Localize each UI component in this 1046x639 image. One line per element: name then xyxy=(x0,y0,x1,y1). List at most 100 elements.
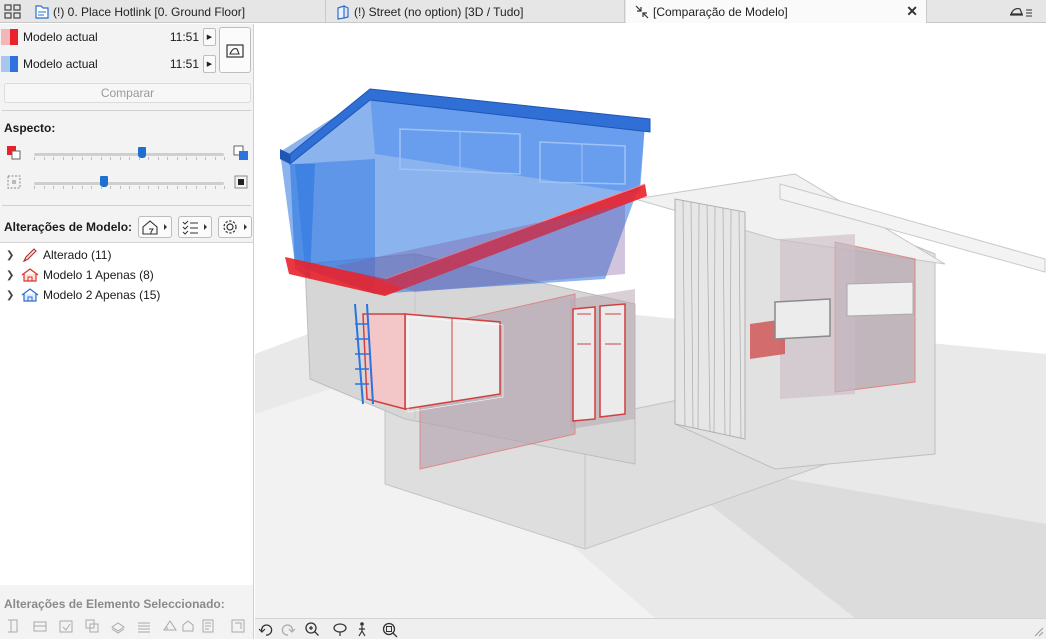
slider-tick xyxy=(91,186,92,189)
chevron-right-icon[interactable]: ❯ xyxy=(6,270,18,281)
zoom-icon[interactable] xyxy=(303,621,321,638)
tree-item-label: Modelo 1 Apenas (8) xyxy=(43,268,154,282)
house-compare-icon xyxy=(226,44,244,58)
slider-tick xyxy=(148,157,149,160)
slider-tick xyxy=(53,157,54,160)
color-min-icon xyxy=(7,146,21,160)
stair-icon[interactable] xyxy=(136,618,152,634)
house-blue-icon xyxy=(21,288,39,302)
close-tab-icon[interactable]: ✕ xyxy=(906,3,918,20)
3d-window-icon xyxy=(337,4,349,20)
tree-item-model-2-only[interactable]: ❯ Modelo 2 Apenas (15) xyxy=(6,285,160,305)
opacity-min-icon xyxy=(7,175,21,189)
slider-tick xyxy=(100,186,102,189)
view-options-icon[interactable] xyxy=(1008,3,1036,20)
filter-elements-button[interactable] xyxy=(138,216,172,238)
fit-in-window-icon[interactable] xyxy=(381,621,399,638)
slider-tick xyxy=(214,157,216,160)
model-1-time: 11:51 xyxy=(169,30,199,44)
chevron-right-icon[interactable]: ❯ xyxy=(6,290,18,301)
swap-models-button[interactable] xyxy=(219,27,251,73)
window-grid-icon[interactable] xyxy=(3,4,23,20)
model-changes-tree: ❯ Alterado (11) ❯ Modelo 1 Apenas (8) ❯ xyxy=(0,242,253,585)
chevron-right-icon[interactable]: ❯ xyxy=(6,250,18,261)
3d-viewport[interactable] xyxy=(255,24,1046,618)
slider-tick xyxy=(43,157,45,160)
slider-tick xyxy=(195,157,197,160)
undo-view-icon[interactable] xyxy=(257,621,275,638)
opacity-slider-row xyxy=(4,173,251,193)
column-icon[interactable] xyxy=(6,618,22,634)
slider-tick xyxy=(72,186,73,189)
shell-icon[interactable] xyxy=(180,618,196,634)
tab-street-3d[interactable]: (!) Street (no option) [3D / Tudo] xyxy=(327,0,625,23)
model-2-time: 11:51 xyxy=(169,57,199,71)
slider-tick xyxy=(176,186,178,189)
slider-tick xyxy=(43,186,45,189)
compare-button[interactable]: Comparar xyxy=(4,83,251,103)
slider-tick xyxy=(72,157,73,160)
tree-item-model-1-only[interactable]: ❯ Modelo 1 Apenas (8) xyxy=(6,265,154,285)
slider-tick xyxy=(110,186,111,189)
slider-tick xyxy=(186,186,187,189)
slider-tick xyxy=(91,157,92,160)
slider-tick xyxy=(205,186,206,189)
slider-tick xyxy=(138,186,140,189)
tree-item-changed[interactable]: ❯ Alterado (11) xyxy=(6,245,111,265)
slider-tick xyxy=(100,157,102,160)
tree-item-label: Alterado (11) xyxy=(43,248,112,262)
tab-label: (!) 0. Place Hotlink [0. Ground Floor] xyxy=(53,4,246,19)
model-2-color-swatch xyxy=(1,56,18,72)
slider-tick xyxy=(195,186,197,189)
model-2-select-button[interactable]: ▶ xyxy=(203,55,216,73)
model-1-select-button[interactable]: ▶ xyxy=(203,28,216,46)
roof-icon[interactable] xyxy=(162,618,178,634)
compare-icon xyxy=(635,5,649,18)
slider-tick xyxy=(81,186,83,189)
divider xyxy=(2,205,251,206)
door-icon[interactable] xyxy=(58,618,74,634)
house-filter-icon xyxy=(142,220,167,235)
floor-plan-icon xyxy=(35,4,49,19)
tab-bar: (!) 0. Place Hotlink [0. Ground Floor] (… xyxy=(0,0,1046,23)
color-max-icon xyxy=(233,145,248,160)
slider-tick xyxy=(224,157,225,160)
label-icon[interactable] xyxy=(200,618,216,634)
list-options-button[interactable] xyxy=(178,216,212,238)
aspect-title: Aspecto: xyxy=(4,121,56,135)
slider-tick xyxy=(34,157,35,160)
redo-view-icon[interactable] xyxy=(279,621,297,638)
tree-item-label: Modelo 2 Apenas (15) xyxy=(43,288,161,302)
object-icon[interactable] xyxy=(84,618,100,634)
slider-tick xyxy=(62,157,64,160)
slab-icon[interactable] xyxy=(110,618,126,634)
model-1-name: Modelo actual xyxy=(23,30,98,44)
color-slider-row xyxy=(4,144,251,164)
view-navigation-bar xyxy=(255,618,1046,639)
slider-tick xyxy=(205,157,206,160)
selected-changes-title: Alterações de Elemento Seleccionado: xyxy=(4,597,225,611)
slider-tick xyxy=(129,186,130,189)
slider-tick xyxy=(53,186,54,189)
tab-place-hotlink[interactable]: (!) 0. Place Hotlink [0. Ground Floor] xyxy=(26,0,326,23)
color-slider-track[interactable] xyxy=(34,153,224,156)
pencil-icon xyxy=(22,248,37,263)
slider-tick xyxy=(81,157,83,160)
slider-tick xyxy=(138,157,140,160)
walk-icon[interactable] xyxy=(353,621,371,638)
model-comparison-render[interactable] xyxy=(255,24,1046,618)
slider-tick xyxy=(62,186,64,189)
tab-model-compare[interactable]: [Comparação de Modelo] ✕ xyxy=(626,0,927,23)
beam-icon[interactable] xyxy=(32,618,48,634)
slider-tick xyxy=(167,157,168,160)
slider-tick xyxy=(129,157,130,160)
model-compare-panel: Modelo actual 11:51 ▶ Modelo actual 11:5… xyxy=(0,24,254,639)
slider-tick xyxy=(119,186,121,189)
zone-icon[interactable] xyxy=(230,618,246,634)
resize-grip-icon[interactable] xyxy=(1034,627,1044,637)
model-row-2: Modelo actual 11:51 ▶ xyxy=(0,51,216,77)
opacity-slider-track[interactable] xyxy=(34,182,224,185)
settings-button[interactable] xyxy=(218,216,252,238)
orbit-icon[interactable] xyxy=(331,621,349,638)
slider-tick xyxy=(224,186,225,189)
